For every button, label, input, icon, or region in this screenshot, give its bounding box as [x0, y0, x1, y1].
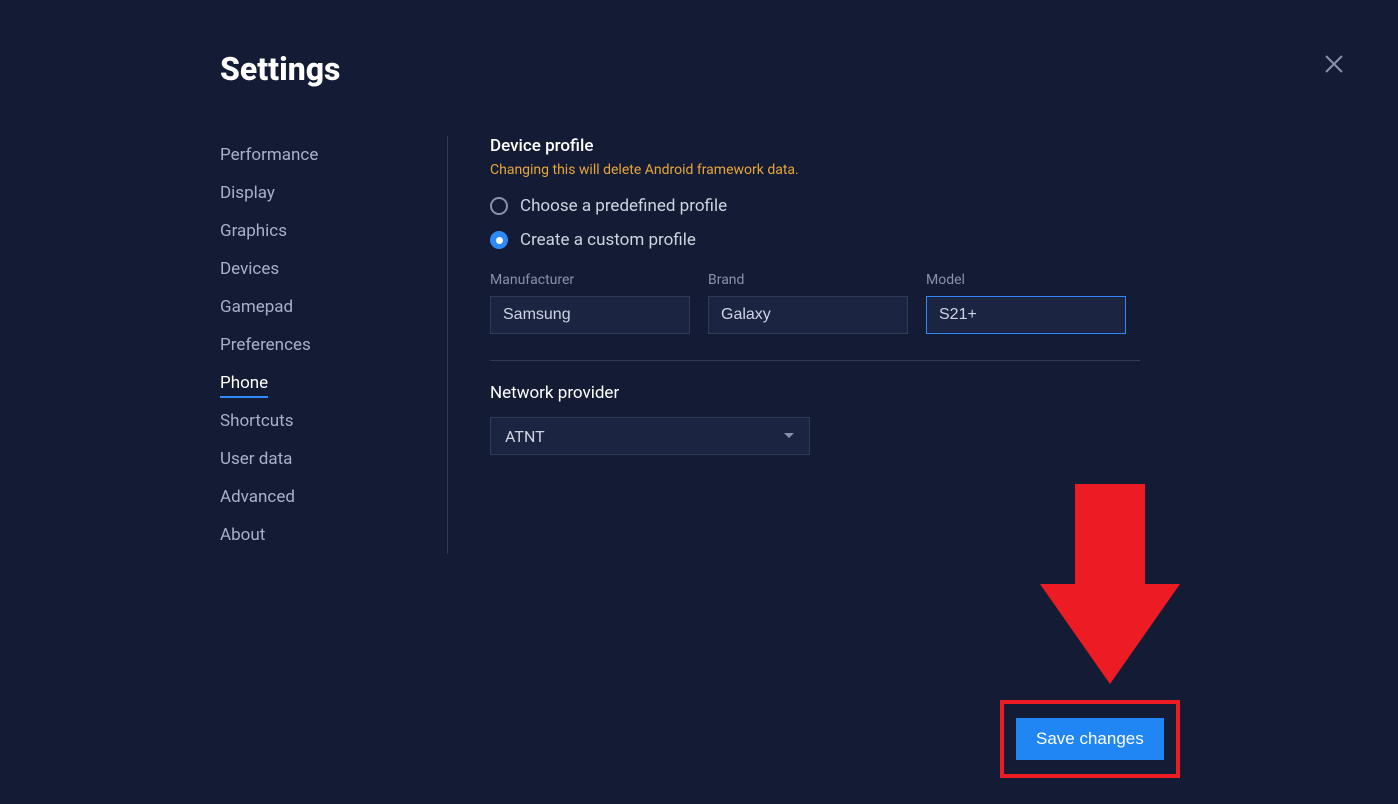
sidebar-item-label: Display [220, 183, 275, 203]
sidebar-item-label: Devices [220, 259, 279, 279]
network-provider-select[interactable]: ATNT [490, 417, 810, 455]
device-profile-warning: Changing this will delete Android framew… [490, 162, 1338, 178]
select-value: ATNT [505, 427, 545, 446]
sidebar-item-preferences[interactable]: Preferences [220, 326, 427, 364]
close-icon [1322, 52, 1346, 76]
radio-predefined-profile[interactable]: Choose a predefined profile [490, 196, 1338, 216]
sidebar: Performance Display Graphics Devices Gam… [220, 136, 448, 554]
sidebar-item-about[interactable]: About [220, 516, 427, 554]
brand-input[interactable] [708, 296, 908, 334]
sidebar-item-graphics[interactable]: Graphics [220, 212, 427, 250]
sidebar-item-display[interactable]: Display [220, 174, 427, 212]
sidebar-item-label: About [220, 525, 265, 545]
field-manufacturer: Manufacturer [490, 272, 690, 334]
sidebar-item-label: User data [220, 449, 292, 469]
radio-custom-profile[interactable]: Create a custom profile [490, 230, 1338, 250]
close-button[interactable] [1322, 52, 1346, 76]
save-changes-button[interactable]: Save changes [1016, 718, 1164, 760]
field-label: Manufacturer [490, 272, 690, 288]
annotation-highlight-box: Save changes [1000, 700, 1180, 778]
field-brand: Brand [708, 272, 908, 334]
sidebar-item-user-data[interactable]: User data [220, 440, 427, 478]
sidebar-item-performance[interactable]: Performance [220, 136, 427, 174]
sidebar-item-label: Graphics [220, 221, 287, 241]
field-label: Model [926, 272, 1126, 288]
sidebar-item-devices[interactable]: Devices [220, 250, 427, 288]
manufacturer-input[interactable] [490, 296, 690, 334]
network-provider-label: Network provider [490, 383, 1338, 403]
chevron-down-icon [783, 432, 795, 440]
annotation-arrow-icon [1020, 484, 1180, 698]
divider [490, 360, 1140, 361]
sidebar-item-label: Gamepad [220, 297, 293, 317]
sidebar-item-label: Shortcuts [220, 411, 294, 431]
sidebar-item-shortcuts[interactable]: Shortcuts [220, 402, 427, 440]
sidebar-item-gamepad[interactable]: Gamepad [220, 288, 427, 326]
sidebar-item-label: Preferences [220, 335, 311, 355]
sidebar-item-phone[interactable]: Phone [220, 364, 427, 402]
field-label: Brand [708, 272, 908, 288]
page-title: Settings [220, 50, 1398, 88]
sidebar-item-label: Performance [220, 145, 318, 165]
radio-icon [490, 197, 508, 215]
content-panel: Device profile Changing this will delete… [448, 136, 1398, 554]
model-input[interactable] [926, 296, 1126, 334]
sidebar-item-label: Advanced [220, 487, 295, 507]
sidebar-item-label: Phone [220, 373, 268, 398]
radio-label: Choose a predefined profile [520, 196, 727, 216]
radio-icon [490, 231, 508, 249]
field-model: Model [926, 272, 1126, 334]
radio-label: Create a custom profile [520, 230, 696, 250]
device-profile-heading: Device profile [490, 136, 1338, 156]
sidebar-item-advanced[interactable]: Advanced [220, 478, 427, 516]
